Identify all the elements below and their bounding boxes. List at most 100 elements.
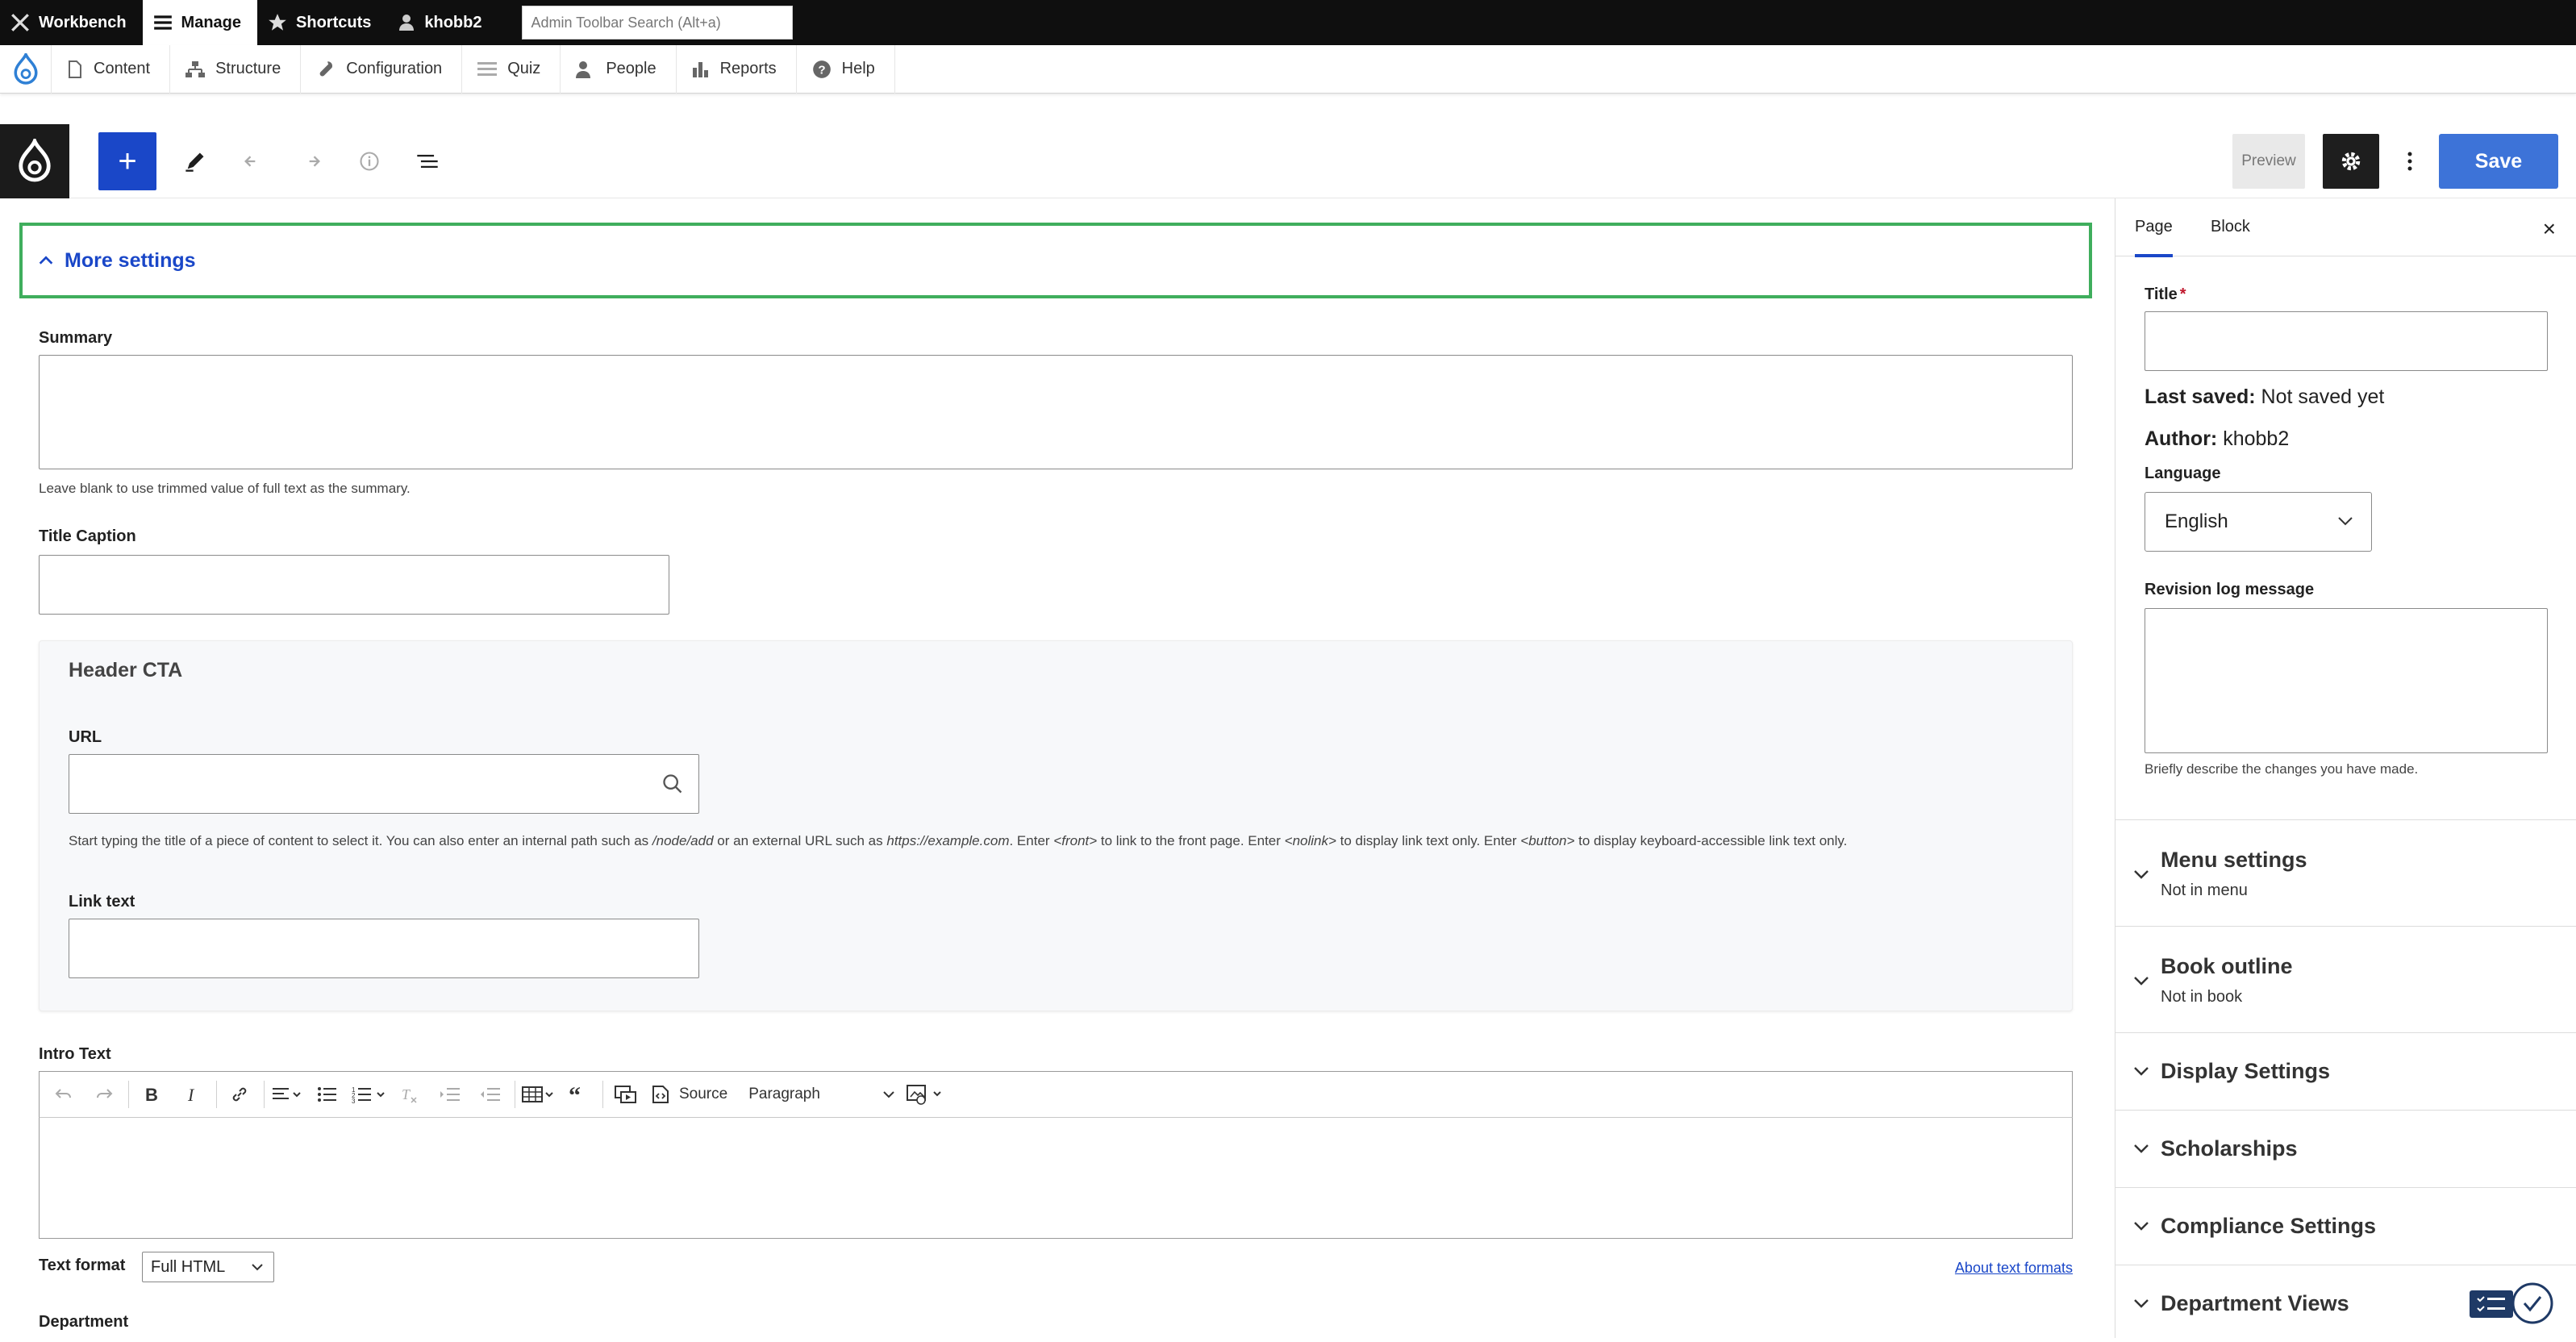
redo-icon bbox=[97, 1089, 113, 1098]
summary-textarea[interactable] bbox=[39, 355, 2073, 469]
ck-source-button[interactable]: Source bbox=[650, 1078, 727, 1111]
toolbar-user[interactable]: khobb2 bbox=[387, 0, 498, 45]
details-button[interactable] bbox=[353, 145, 386, 177]
more-settings-label: More settings bbox=[65, 248, 196, 272]
ck-link-button[interactable] bbox=[223, 1078, 256, 1111]
nav-item-reports[interactable]: Reports bbox=[677, 44, 797, 94]
list-view-button[interactable] bbox=[411, 145, 444, 177]
ck-bold-button[interactable]: B bbox=[135, 1078, 168, 1111]
accordion-menu-settings[interactable]: Menu settings Not in menu bbox=[2115, 819, 2576, 926]
nav-item-configuration[interactable]: Configuration bbox=[301, 44, 463, 94]
nav-item-help[interactable]: ? Help bbox=[797, 44, 895, 94]
ck-bulleted-list-button[interactable] bbox=[311, 1078, 344, 1111]
admin-search-input[interactable]: Admin Toolbar Search (Alt+a) bbox=[522, 6, 794, 40]
admin-toolbar: Workbench Manage Shortcuts khobb2 Admin … bbox=[0, 0, 2576, 45]
block-inserter-button[interactable]: + bbox=[98, 132, 156, 190]
ck-indent-button[interactable] bbox=[434, 1078, 466, 1111]
more-vertical-icon bbox=[2407, 152, 2412, 171]
checklist-badge[interactable] bbox=[2468, 1281, 2555, 1326]
link-text-input[interactable] bbox=[69, 919, 699, 978]
toolbar-shortcuts-label: Shortcuts bbox=[296, 13, 372, 31]
nav-item-people[interactable]: People bbox=[561, 44, 677, 94]
about-text-formats-link[interactable]: About text formats bbox=[1955, 1260, 2073, 1277]
accordion-title: Compliance Settings bbox=[2161, 1214, 2377, 1238]
save-button[interactable]: Save bbox=[2439, 134, 2558, 189]
intro-text-label: Intro Text bbox=[39, 1045, 111, 1063]
workbench-icon bbox=[11, 14, 29, 31]
ck-heading-dropdown[interactable]: Paragraph bbox=[748, 1078, 898, 1111]
department-label: Department bbox=[39, 1313, 129, 1331]
drupal-home-link[interactable] bbox=[0, 44, 52, 94]
accordion-display-settings[interactable]: Display Settings bbox=[2115, 1032, 2576, 1110]
settings-sidebar: Page Block × Title * Last saved: Not save… bbox=[2115, 198, 2576, 1338]
chevron-down-icon bbox=[2134, 977, 2149, 986]
people-icon bbox=[576, 60, 591, 78]
ck-redo-button[interactable] bbox=[88, 1078, 120, 1111]
chevron-up-icon bbox=[39, 256, 53, 265]
author-value: khobb2 bbox=[2223, 427, 2290, 450]
intro-text-editor[interactable] bbox=[39, 1118, 2073, 1239]
svg-text:?: ? bbox=[818, 63, 825, 77]
drupal-logo[interactable] bbox=[0, 123, 69, 198]
revision-log-textarea[interactable] bbox=[2145, 608, 2548, 753]
ck-undo-button[interactable] bbox=[48, 1078, 80, 1111]
language-select[interactable]: English bbox=[2145, 492, 2372, 552]
svg-text:“: “ bbox=[569, 1086, 581, 1103]
media-icon bbox=[615, 1086, 636, 1103]
accordion-title: Book outline bbox=[2161, 954, 2293, 978]
accordion-book-outline[interactable]: Book outline Not in book bbox=[2115, 926, 2576, 1032]
more-settings-toggle[interactable]: More settings bbox=[19, 223, 2092, 298]
svg-text:3: 3 bbox=[352, 1098, 356, 1103]
options-menu-button[interactable] bbox=[2395, 145, 2424, 177]
url-input[interactable] bbox=[69, 754, 699, 814]
redo-button[interactable] bbox=[295, 145, 327, 177]
info-icon bbox=[360, 152, 379, 171]
undo-button[interactable] bbox=[237, 145, 269, 177]
structure-icon bbox=[185, 60, 206, 77]
ck-table-button[interactable] bbox=[522, 1078, 554, 1111]
preview-button[interactable]: Preview bbox=[2232, 134, 2305, 189]
toolbar-workbench[interactable]: Workbench bbox=[0, 0, 143, 45]
edit-tool-button[interactable] bbox=[179, 145, 211, 177]
nav-item-structure[interactable]: Structure bbox=[170, 44, 302, 94]
close-sidebar-button[interactable]: × bbox=[2543, 216, 2556, 242]
sidebar-tabs: Page Block × bbox=[2115, 198, 2576, 257]
nav-item-label: Configuration bbox=[346, 60, 443, 77]
nav-item-label: Content bbox=[94, 60, 151, 77]
svg-text:T: T bbox=[402, 1086, 411, 1102]
ck-outdent-button[interactable] bbox=[474, 1078, 506, 1111]
url-hint-button: <button> bbox=[1520, 833, 1575, 848]
accordion-title: Display Settings bbox=[2161, 1059, 2331, 1083]
revision-log-label: Revision log message bbox=[2145, 581, 2315, 598]
ck-italic-button[interactable]: I bbox=[176, 1078, 208, 1111]
toolbar-shortcuts[interactable]: Shortcuts bbox=[257, 0, 387, 45]
tab-block[interactable]: Block bbox=[2211, 218, 2250, 236]
url-hint-text: Start typing the title of a piece of con… bbox=[69, 833, 652, 848]
image-code-icon bbox=[907, 1085, 941, 1105]
ck-numbered-list-button[interactable]: 123 bbox=[352, 1078, 386, 1111]
title-label-text: Title bbox=[2145, 285, 2178, 303]
nav-item-quiz[interactable]: Quiz bbox=[462, 44, 561, 94]
toolbar-manage[interactable]: Manage bbox=[142, 0, 258, 45]
accordion-compliance-settings[interactable]: Compliance Settings bbox=[2115, 1187, 2576, 1265]
accordion-scholarships[interactable]: Scholarships bbox=[2115, 1110, 2576, 1187]
chevron-down-icon bbox=[2134, 870, 2149, 879]
remove-format-icon: T bbox=[402, 1086, 417, 1103]
last-saved-value: Not saved yet bbox=[2261, 386, 2385, 408]
quote-icon: “ bbox=[569, 1086, 581, 1103]
text-format-label: Text format bbox=[39, 1257, 126, 1274]
text-format-select[interactable]: Full HTML bbox=[142, 1252, 274, 1282]
source-icon bbox=[652, 1086, 669, 1103]
ck-blockquote-button[interactable]: “ bbox=[562, 1078, 594, 1111]
title-input[interactable] bbox=[2145, 311, 2548, 371]
ck-more-button[interactable] bbox=[907, 1078, 944, 1111]
ck-remove-format-button[interactable]: T bbox=[394, 1078, 426, 1111]
url-hint: Start typing the title of a piece of con… bbox=[69, 831, 2036, 851]
nav-item-content[interactable]: Content bbox=[52, 44, 171, 94]
title-caption-input[interactable] bbox=[39, 555, 669, 615]
nav-item-label: Reports bbox=[719, 60, 777, 77]
ck-align-button[interactable] bbox=[271, 1078, 303, 1111]
settings-button[interactable] bbox=[2323, 134, 2379, 189]
ck-media-button[interactable] bbox=[610, 1078, 642, 1111]
tab-page[interactable]: Page bbox=[2135, 218, 2173, 257]
